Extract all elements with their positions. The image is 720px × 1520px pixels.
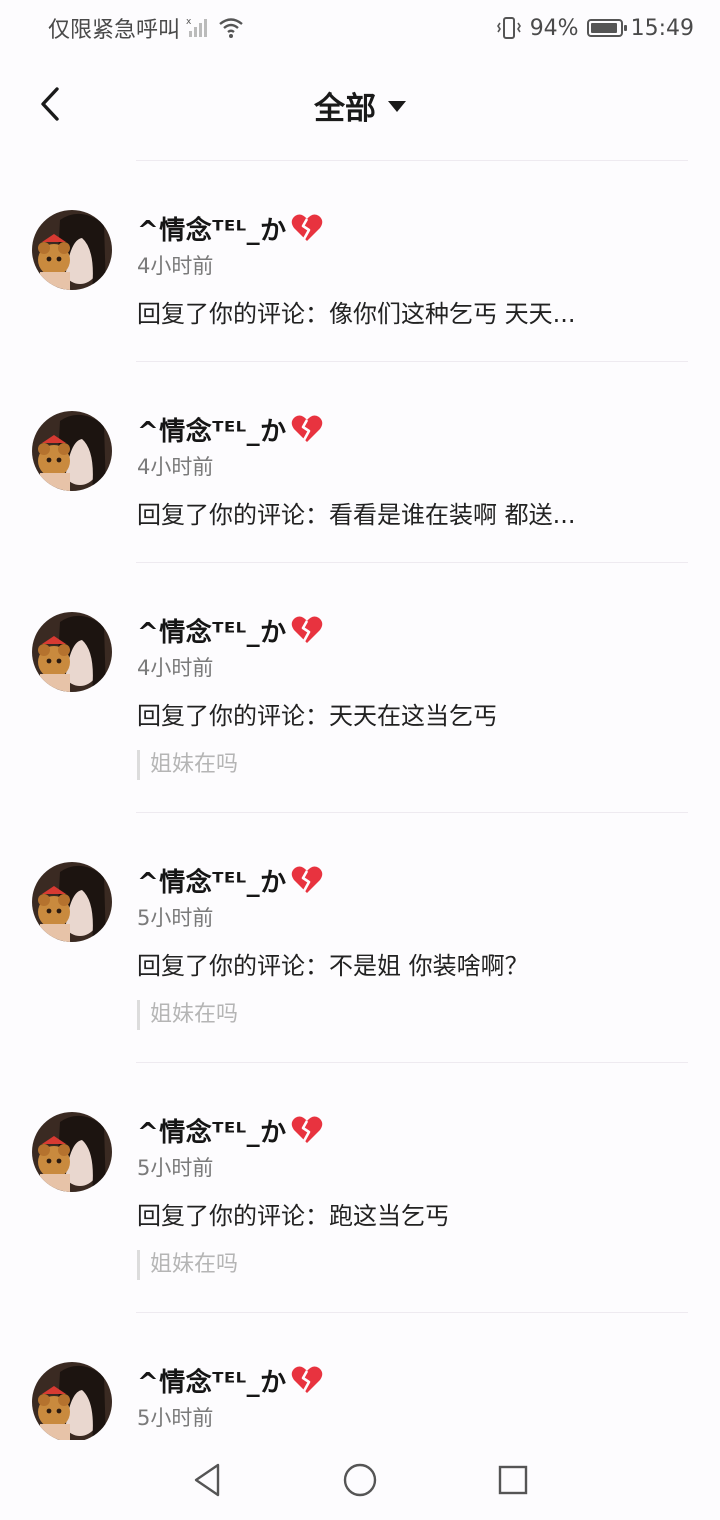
- nav-home-button[interactable]: [340, 1460, 380, 1500]
- notification-item[interactable]: ^情念ᵀᴱᴸ_か 5小时前 回复了你的评论：不是姐 你装啥啊？ 姐妹在吗: [0, 813, 720, 1062]
- notification-list: ^情念ᵀᴱᴸ_か 4小时前 回复了你的评论：像你们这种乞丐 天天... ^情念ᵀ…: [0, 160, 720, 1514]
- user-name: ^情念ᵀᴱᴸ_か: [137, 1367, 287, 1398]
- notification-body: ^情念ᵀᴱᴸ_か 5小时前: [137, 1362, 323, 1432]
- back-button[interactable]: [30, 84, 70, 124]
- broken-heart-icon: [291, 866, 322, 893]
- user-name: ^情念ᵀᴱᴸ_か: [137, 617, 287, 648]
- triangle-back-icon: [194, 1463, 219, 1497]
- original-comment-quote[interactable]: 姐妹在吗: [137, 1250, 449, 1280]
- notification-body: ^情念ᵀᴱᴸ_か 4小时前 回复了你的评论：像你们这种乞丐 天天...: [137, 210, 576, 334]
- broken-heart-icon: [291, 1116, 322, 1143]
- timestamp: 5小时前: [137, 1406, 214, 1430]
- timestamp: 4小时前: [137, 254, 214, 278]
- notification-body: ^情念ᵀᴱᴸ_か 5小时前 回复了你的评论：不是姐 你装啥啊？ 姐妹在吗: [137, 862, 529, 1030]
- filter-dropdown[interactable]: 全部: [314, 83, 406, 128]
- nav-recents-button[interactable]: [493, 1460, 533, 1500]
- carrier-text: 仅限紧急呼叫: [48, 18, 181, 43]
- avatar[interactable]: [32, 411, 112, 491]
- avatar[interactable]: [32, 862, 112, 942]
- user-name: ^情念ᵀᴱᴸ_か: [137, 416, 287, 447]
- original-comment-quote[interactable]: 姐妹在吗: [137, 1000, 529, 1030]
- reply-text[interactable]: 回复了你的评论：像你们这种乞丐 天天...: [137, 294, 576, 334]
- vibrate-icon: [496, 17, 521, 39]
- avatar[interactable]: [32, 210, 112, 290]
- user-name: ^情念ᵀᴱᴸ_か: [137, 215, 287, 246]
- chevron-left-icon: [41, 87, 59, 121]
- notification-body: ^情念ᵀᴱᴸ_か 5小时前 回复了你的评论：跑这当乞丐 姐妹在吗: [137, 1112, 449, 1280]
- user-name-row[interactable]: ^情念ᵀᴱᴸ_か: [137, 1362, 323, 1398]
- svg-text:x: x: [186, 17, 192, 27]
- user-name-row[interactable]: ^情念ᵀᴱᴸ_か: [137, 411, 576, 447]
- user-name: ^情念ᵀᴱᴸ_か: [137, 867, 287, 898]
- broken-heart-icon: [291, 415, 322, 442]
- status-bar: 仅限紧急呼叫 x 94% 15:49: [0, 0, 720, 56]
- notification-body: ^情念ᵀᴱᴸ_か 4小时前 回复了你的评论：天天在这当乞丐 姐妹在吗: [137, 612, 497, 780]
- user-name-row[interactable]: ^情念ᵀᴱᴸ_か: [137, 210, 576, 246]
- reply-text[interactable]: 回复了你的评论：天天在这当乞丐: [137, 696, 497, 736]
- square-recents-icon: [499, 1465, 528, 1495]
- battery-percent: 94%: [529, 15, 579, 41]
- user-name-row[interactable]: ^情念ᵀᴱᴸ_か: [137, 612, 497, 648]
- user-name-row[interactable]: ^情念ᵀᴱᴸ_か: [137, 862, 529, 898]
- notification-item[interactable]: ^情念ᵀᴱᴸ_か 4小时前 回复了你的评论：像你们这种乞丐 天天...: [0, 161, 720, 361]
- broken-heart-icon: [291, 214, 322, 241]
- avatar-image: [32, 862, 112, 942]
- notification-page: 仅限紧急呼叫 x 94% 15:49 全部 ^情念ᵀᴱᴸ_か 4小时前 回复了你…: [0, 0, 720, 1520]
- timestamp: 4小时前: [137, 455, 214, 479]
- status-left: 仅限紧急呼叫 x: [48, 12, 244, 44]
- nav-back-button[interactable]: [187, 1460, 227, 1500]
- original-comment-quote[interactable]: 姐妹在吗: [137, 750, 497, 780]
- system-nav-bar: [0, 1440, 720, 1520]
- avatar[interactable]: [32, 1362, 112, 1442]
- avatar-image: [32, 210, 112, 290]
- clock: 15:49: [630, 15, 694, 41]
- notification-body: ^情念ᵀᴱᴸ_か 4小时前 回复了你的评论：看看是谁在装啊 都送...: [137, 411, 576, 535]
- avatar[interactable]: [32, 1112, 112, 1192]
- timestamp: 5小时前: [137, 906, 214, 930]
- avatar-image: [32, 1112, 112, 1192]
- broken-heart-icon: [291, 1366, 322, 1393]
- reply-text[interactable]: 回复了你的评论：跑这当乞丐: [137, 1196, 449, 1236]
- wifi-icon: [219, 18, 243, 38]
- notification-item[interactable]: ^情念ᵀᴱᴸ_か 4小时前 回复了你的评论：看看是谁在装啊 都送...: [0, 362, 720, 562]
- top-bar: 全部: [0, 62, 720, 148]
- timestamp: 4小时前: [137, 656, 214, 680]
- page-title: 全部: [314, 90, 376, 127]
- reply-text[interactable]: 回复了你的评论：看看是谁在装啊 都送...: [137, 495, 576, 535]
- user-name-row[interactable]: ^情念ᵀᴱᴸ_か: [137, 1112, 449, 1148]
- circle-home-icon: [343, 1463, 377, 1497]
- battery-icon: [586, 19, 627, 37]
- avatar-image: [32, 411, 112, 491]
- broken-heart-icon: [291, 616, 322, 643]
- status-right: 94% 15:49: [496, 15, 694, 41]
- battery-level-fill: [590, 23, 617, 33]
- caret-down-icon: [388, 100, 406, 112]
- avatar-image: [32, 612, 112, 692]
- reply-text[interactable]: 回复了你的评论：不是姐 你装啥啊？: [137, 946, 529, 986]
- user-name: ^情念ᵀᴱᴸ_か: [137, 1117, 287, 1148]
- notification-item[interactable]: ^情念ᵀᴱᴸ_か 5小时前 回复了你的评论：跑这当乞丐 姐妹在吗: [0, 1063, 720, 1312]
- no-signal-icon: x: [186, 17, 208, 37]
- notification-item[interactable]: ^情念ᵀᴱᴸ_か 4小时前 回复了你的评论：天天在这当乞丐 姐妹在吗: [0, 563, 720, 812]
- avatar[interactable]: [32, 612, 112, 692]
- timestamp: 5小时前: [137, 1156, 214, 1180]
- avatar-image: [32, 1362, 112, 1442]
